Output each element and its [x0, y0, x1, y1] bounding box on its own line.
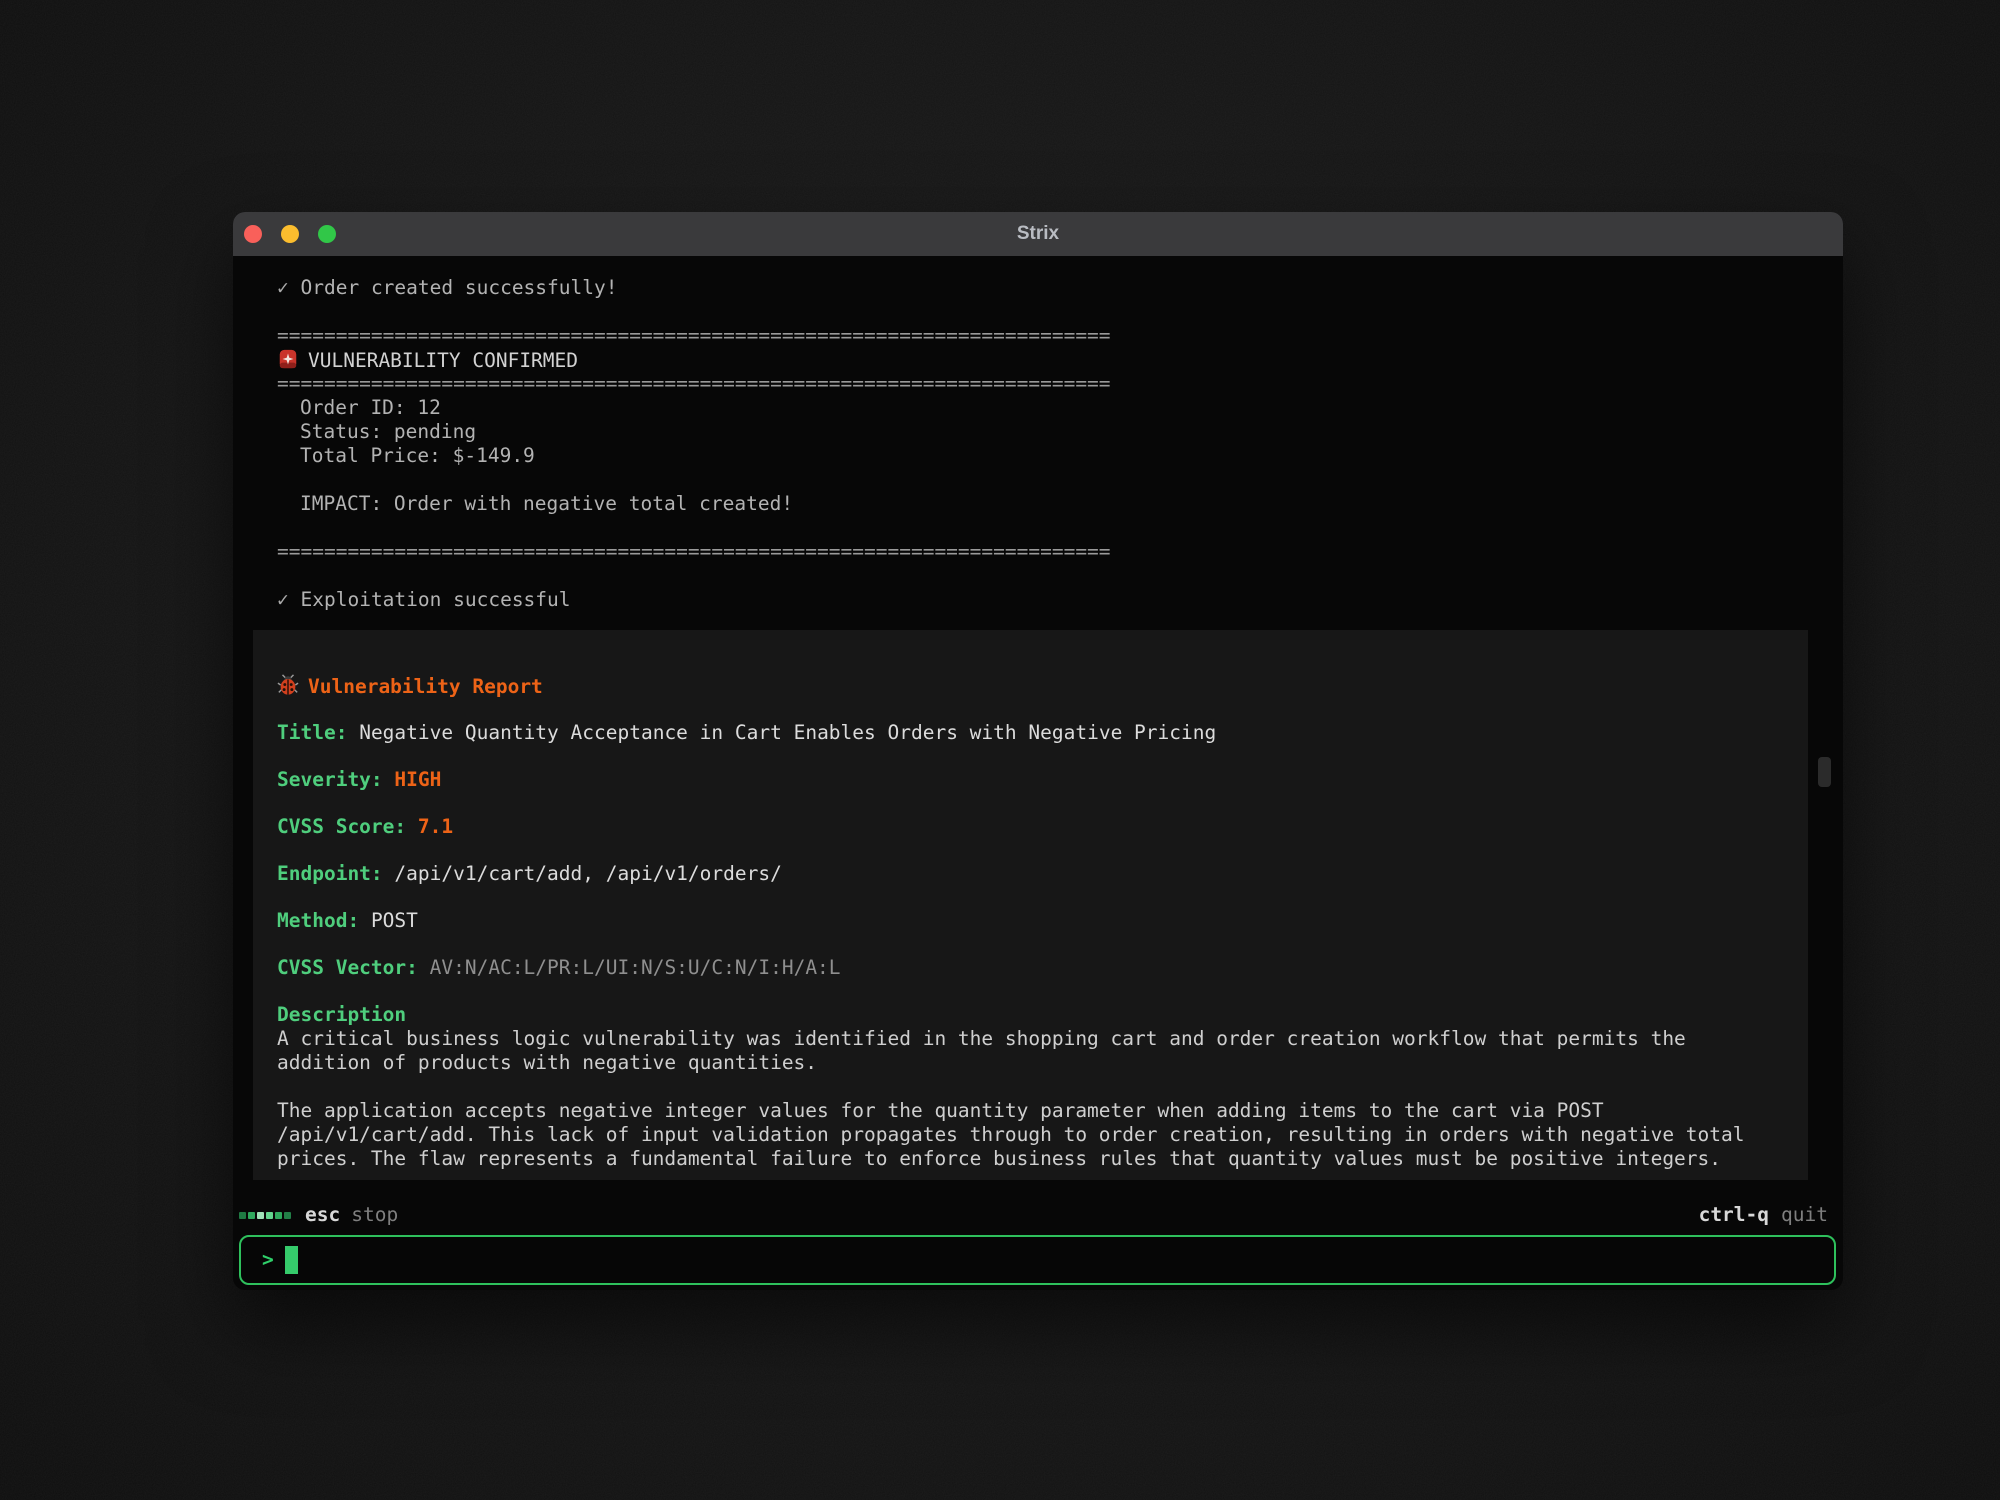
quit-action-label: quit: [1781, 1203, 1828, 1227]
description-paragraph: A critical business logic vulnerability …: [277, 1027, 1784, 1075]
spinner-icon: [239, 1212, 291, 1219]
command-input[interactable]: >: [239, 1235, 1836, 1285]
titlebar: Strix: [233, 212, 1843, 256]
report-field-method: Method: POST: [277, 909, 1784, 933]
order-success-line: ✓ Order created successfully!: [277, 276, 1803, 300]
esc-action-label: stop: [351, 1203, 398, 1227]
description-paragraph: The application accepts negative integer…: [277, 1099, 1784, 1171]
window-title: Strix: [233, 212, 1843, 256]
report-header-text: Vulnerability Report: [308, 675, 543, 698]
quit-key-hint: ctrl-q: [1699, 1203, 1769, 1227]
separator-line: ========================================…: [277, 372, 1803, 396]
vuln-confirmed-text: VULNERABILITY CONFIRMED: [308, 349, 578, 372]
desktop: { "window": { "title": "Strix" }, "icons…: [0, 0, 2000, 1500]
check-icon: ✓: [277, 276, 289, 299]
siren-icon: [277, 348, 299, 370]
text-cursor: [285, 1246, 298, 1274]
severity-badge: HIGH: [394, 768, 441, 791]
impact-line: IMPACT: Order with negative total create…: [277, 492, 1803, 516]
report-field-cvss-score: CVSS Score: 7.1: [277, 815, 1784, 839]
esc-key-hint: esc: [305, 1203, 340, 1227]
separator-line: ========================================…: [277, 324, 1803, 348]
scrollbar-thumb[interactable]: [1818, 757, 1831, 787]
status-bar: esc stop ctrl-q quit: [239, 1202, 1828, 1228]
check-icon: ✓: [277, 588, 289, 611]
total-price-line: Total Price: $-149.9: [277, 444, 1803, 468]
prompt-symbol: >: [262, 1248, 274, 1272]
order-status-line: Status: pending: [277, 420, 1803, 444]
vulnerability-report-panel[interactable]: Vulnerability Report Title: Negative Qua…: [253, 630, 1808, 1180]
report-field-endpoint: Endpoint: /api/v1/cart/add, /api/v1/orde…: [277, 862, 1784, 886]
vuln-confirmed-header: VULNERABILITY CONFIRMED: [277, 348, 1803, 372]
terminal-window: Strix ✓ Order created successfully! ====…: [233, 212, 1843, 1290]
terminal-output: ✓ Order created successfully! ==========…: [277, 276, 1803, 612]
separator-line: ========================================…: [277, 540, 1803, 564]
exploit-success-line: ✓ Exploitation successful: [277, 588, 1803, 612]
order-success-text: Order created successfully!: [301, 276, 618, 299]
exploit-success-text: Exploitation successful: [301, 588, 571, 611]
order-id-line: Order ID: 12: [277, 396, 1803, 420]
report-field-severity: Severity: HIGH: [277, 768, 1784, 792]
description-heading: Description: [277, 1003, 1784, 1027]
report-header: Vulnerability Report: [277, 674, 1784, 698]
report-field-title: Title: Negative Quantity Acceptance in C…: [277, 721, 1784, 745]
ladybug-icon: [277, 674, 299, 696]
report-field-cvss-vector: CVSS Vector: AV:N/AC:L/PR:L/UI:N/S:U/C:N…: [277, 956, 1784, 980]
